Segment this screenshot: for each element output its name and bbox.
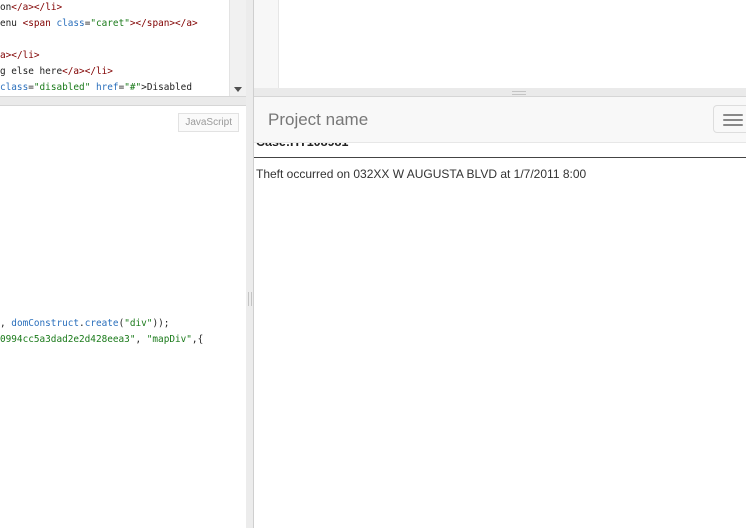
code-token: "div" [124, 318, 153, 329]
code-token: li [95, 66, 108, 77]
code-token: "caret" [90, 18, 130, 29]
code-token: "mapDiv" [146, 334, 192, 345]
splitter-grip-icon[interactable] [248, 292, 252, 306]
code-token: "disabled" [33, 82, 91, 93]
html-code-line: on</a></li> [0, 0, 229, 16]
html-editor-scrollbar[interactable] [229, 0, 246, 96]
right-horizontal-splitter[interactable] [254, 88, 746, 97]
code-token: class [50, 18, 85, 29]
code-token: on [0, 2, 12, 13]
code-token: href [90, 82, 119, 93]
left-horizontal-splitter[interactable] [0, 96, 246, 106]
splitter-grip-icon[interactable] [512, 91, 526, 95]
js-code-line: 0994cc5a3dad2e2d428eea3", "mapDiv",{ [0, 332, 246, 348]
html-code-area[interactable]: on</a></li> enu <span class="caret"></spa… [0, 0, 229, 96]
css-editor-gutter [254, 0, 279, 88]
html-code-line: g else here</a></li> [0, 64, 229, 80]
js-language-label: JavaScript [178, 113, 239, 132]
code-token: ></ [169, 18, 187, 29]
code-token: ></ [28, 2, 46, 13]
navbar-brand[interactable]: Project name [268, 110, 368, 130]
code-token: ></ [79, 66, 96, 77]
code-token: </ [62, 66, 74, 77]
left-column: on</a></li> enu <span class="caret"></spa… [0, 0, 247, 528]
js-code-line: , domConstruct.create("div")); [0, 316, 246, 332]
html-code-line: a></li> [0, 48, 229, 64]
case-description: Theft occurred on 032XX W AUGUSTA BLVD a… [256, 167, 587, 181]
code-token: ,{ [191, 334, 204, 345]
hamburger-bar-icon [723, 124, 743, 126]
code-token: span [146, 18, 170, 29]
vertical-splitter[interactable] [246, 0, 254, 528]
hamburger-bar-icon [723, 114, 743, 116]
code-token: g else here [0, 66, 63, 77]
code-token: class [0, 82, 29, 93]
html-code-line: enu <span class="caret"></span></a> [0, 16, 229, 32]
code-token: > [56, 2, 63, 13]
code-token: > [191, 18, 198, 29]
code-token: > [33, 50, 40, 61]
code-token: span [28, 18, 51, 29]
divider [254, 157, 746, 158]
code-token: ></ [129, 18, 147, 29]
html-code-line: class="disabled" href="#">Disabled [0, 80, 229, 96]
code-token: "#" [124, 82, 142, 93]
code-token: , [0, 318, 12, 329]
navbar-toggle-button[interactable] [713, 105, 746, 133]
code-token: create [84, 318, 119, 329]
hamburger-bar-icon [723, 119, 743, 121]
code-token: >Disabled [141, 82, 192, 93]
code-token: domConstruct [11, 318, 80, 329]
code-token: , [135, 334, 147, 345]
navbar: Project name [254, 97, 746, 143]
code-token: 0994cc5a3dad2e2d428eea3" [0, 334, 136, 345]
code-token: )); [152, 318, 170, 329]
code-token: li [22, 50, 34, 61]
code-token: </ [11, 2, 23, 13]
css-editor-panel[interactable] [254, 0, 746, 89]
html-code-line [0, 32, 229, 48]
code-token: > [107, 66, 113, 77]
code-token: enu [0, 18, 23, 29]
code-token: li [45, 2, 57, 13]
scroll-down-arrow-icon[interactable] [234, 87, 242, 92]
js-code-area[interactable]: , domConstruct.create("div")); 0994cc5a3d… [0, 316, 246, 348]
js-editor-panel[interactable]: JavaScript , domConstruct.create("div"))… [0, 106, 246, 528]
html-editor-panel[interactable]: on</a></li> enu <span class="caret"></spa… [0, 0, 246, 96]
result-panel: Case:HT108981 Theft occurred on 032XX W … [254, 97, 746, 528]
code-token: ></ [5, 50, 23, 61]
